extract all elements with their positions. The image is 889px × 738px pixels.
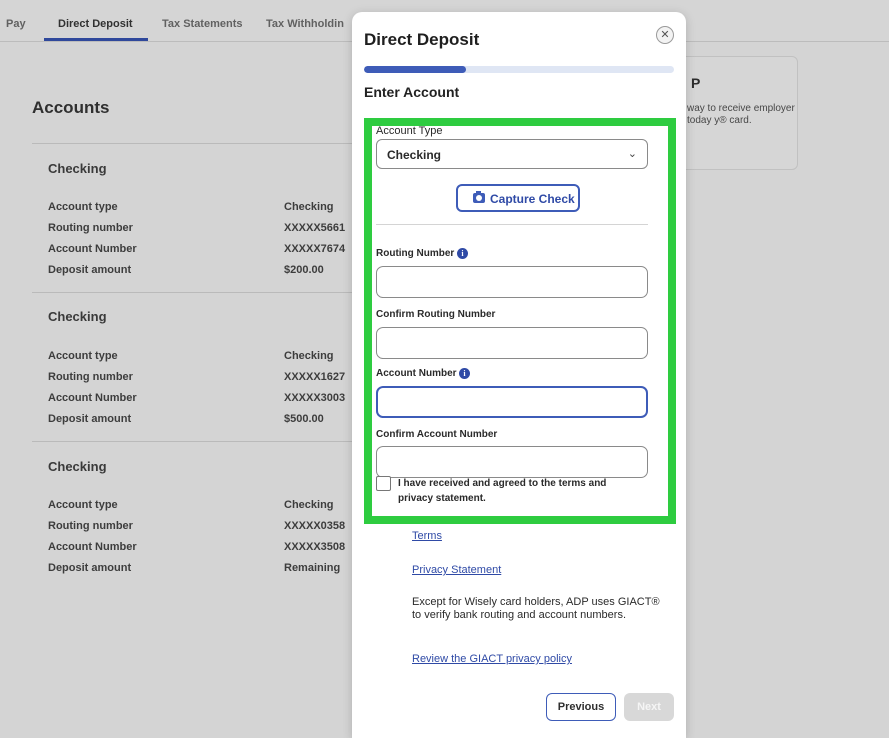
direct-deposit-modal: Direct Deposit ✕ Enter Account Account T… bbox=[352, 12, 686, 738]
giact-disclaimer: Except for Wisely card holders, ADP uses… bbox=[412, 596, 660, 621]
chevron-down-icon: ⌄ bbox=[627, 148, 637, 160]
close-icon: ✕ bbox=[660, 29, 670, 41]
privacy-statement-link[interactable]: Privacy Statement bbox=[412, 564, 501, 576]
close-button[interactable]: ✕ bbox=[656, 26, 674, 44]
info-icon[interactable]: i bbox=[459, 368, 470, 379]
terms-link[interactable]: Terms bbox=[412, 530, 442, 542]
confirm-account-number-input[interactable] bbox=[376, 446, 648, 478]
terms-checkbox-label: I have received and agreed to the terms … bbox=[398, 478, 607, 504]
camera-icon bbox=[473, 191, 485, 203]
account-number-label: Account Number bbox=[376, 368, 457, 379]
giact-privacy-link[interactable]: Review the GIACT privacy policy bbox=[412, 653, 572, 665]
confirm-account-number-label: Confirm Account Number bbox=[376, 429, 498, 440]
capture-check-button[interactable]: Capture Check bbox=[456, 184, 580, 212]
previous-button[interactable]: Previous bbox=[546, 693, 616, 721]
modal-title: Direct Deposit bbox=[364, 30, 480, 49]
account-type-select[interactable]: Checking ⌄ bbox=[376, 139, 648, 169]
step-title: Enter Account bbox=[364, 84, 460, 100]
account-type-label: Account Type bbox=[376, 125, 443, 137]
confirm-routing-number-input[interactable] bbox=[376, 327, 648, 359]
divider bbox=[376, 224, 648, 225]
info-icon[interactable]: i bbox=[457, 248, 468, 259]
progress-bar bbox=[364, 66, 674, 73]
routing-number-label: Routing Number bbox=[376, 248, 455, 259]
confirm-routing-number-label: Confirm Routing Number bbox=[376, 309, 496, 320]
terms-checkbox[interactable] bbox=[376, 476, 391, 491]
capture-check-label: Capture Check bbox=[490, 192, 575, 206]
routing-number-input[interactable] bbox=[376, 266, 648, 298]
next-button[interactable]: Next bbox=[624, 693, 674, 721]
account-number-input[interactable] bbox=[376, 386, 648, 418]
progress-fill bbox=[364, 66, 467, 73]
account-type-value: Checking bbox=[387, 148, 442, 162]
